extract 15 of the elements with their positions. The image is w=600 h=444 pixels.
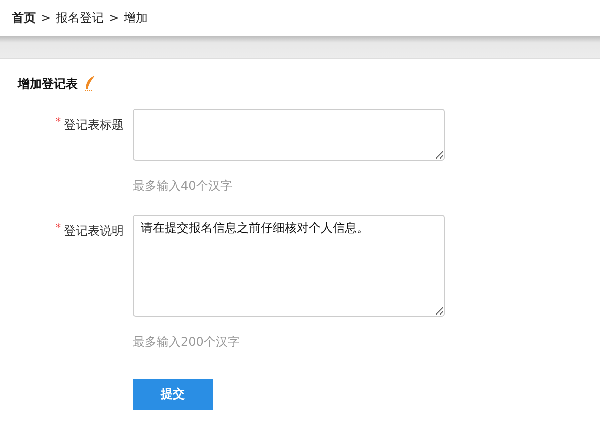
required-mark: * bbox=[56, 223, 61, 236]
text-area[interactable] bbox=[133, 109, 445, 161]
field-hint: 最多输入200个汉字 bbox=[133, 334, 241, 351]
breadcrumb-separator: > bbox=[41, 11, 52, 25]
section-title: 增加登记表 bbox=[18, 76, 78, 92]
required-mark: * bbox=[56, 117, 61, 130]
breadcrumb-link[interactable]: 首页 bbox=[12, 10, 36, 26]
field-label: 登记表标题 bbox=[64, 117, 124, 133]
breadcrumb-link[interactable]: 报名登记 bbox=[56, 10, 104, 26]
breadcrumb-separator: > bbox=[109, 11, 120, 25]
feather-icon bbox=[84, 76, 96, 92]
text-area[interactable]: 请在提交报名信息之前仔细核对个人信息。 bbox=[133, 215, 445, 317]
field-hint: 最多输入40个汉字 bbox=[133, 178, 234, 195]
breadcrumb-link[interactable]: 增加 bbox=[124, 10, 148, 26]
field-label: 登记表说明 bbox=[64, 223, 124, 239]
